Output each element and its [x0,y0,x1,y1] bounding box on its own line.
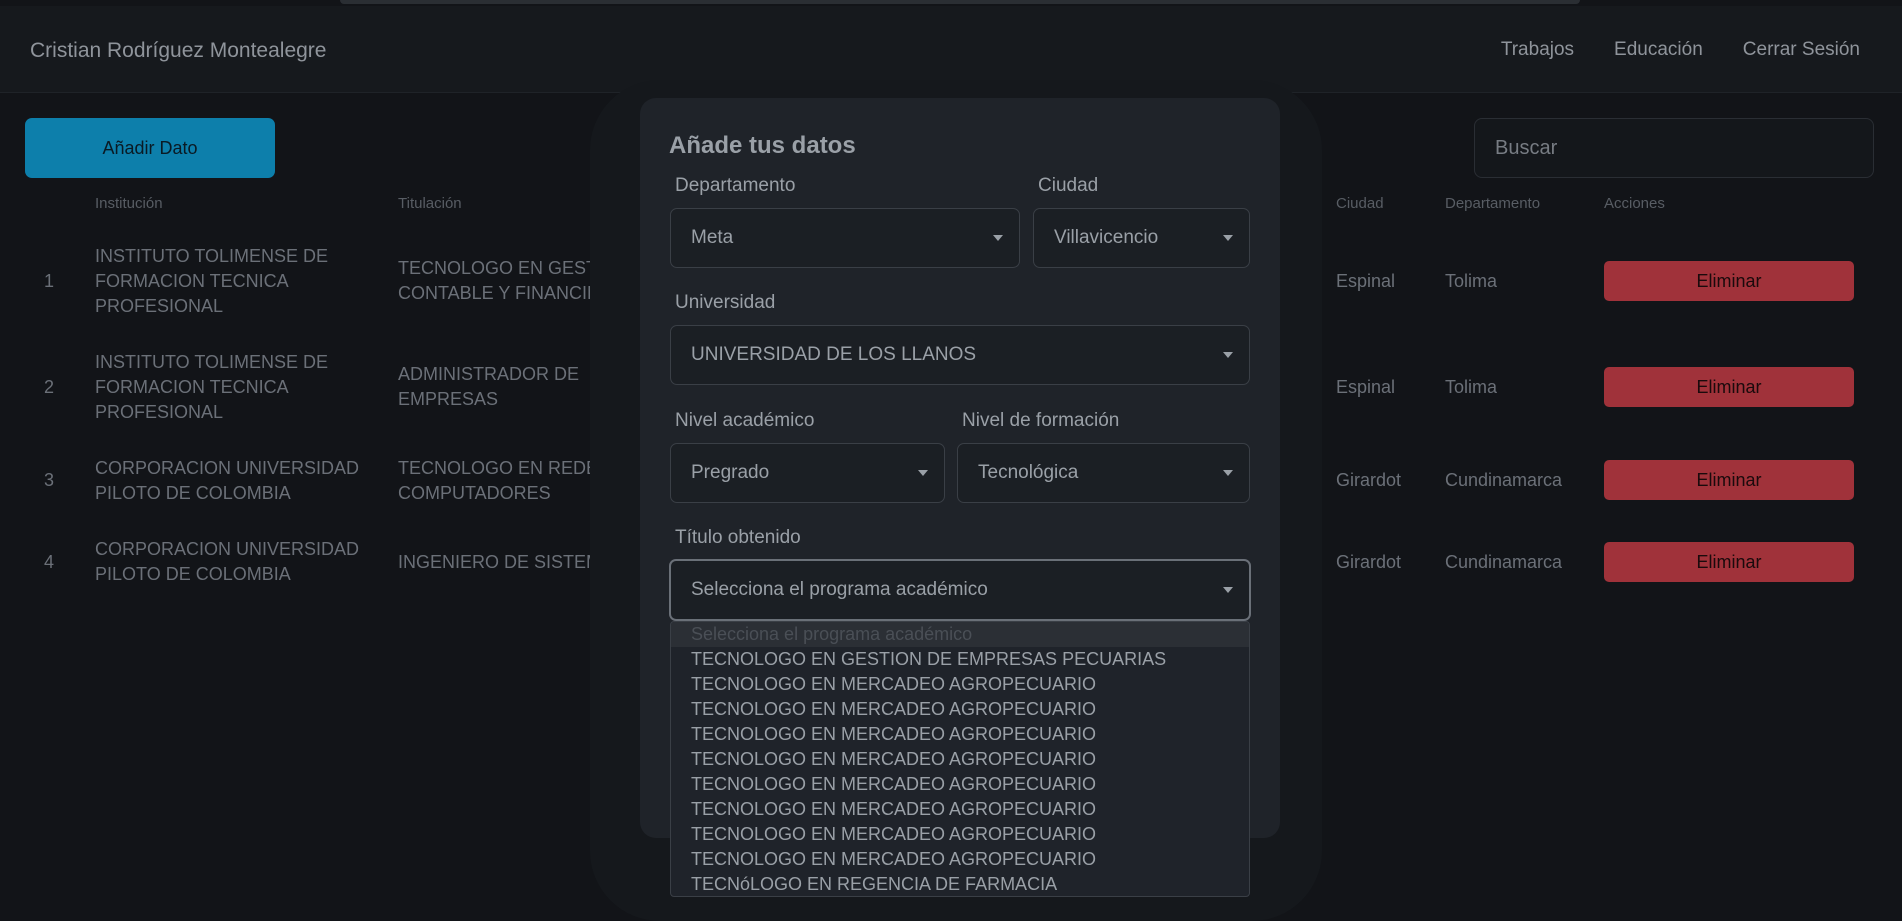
top-scroll-edge [340,0,1580,4]
row-institucion: CORPORACION UNIVERSIDAD PILOTO DE COLOMB… [95,539,360,584]
header-institucion: Institución [95,195,163,212]
dropdown-option[interactable]: TECNOLOGO EN MERCADEO AGROPECUARIO [671,797,1249,822]
departamento-label: Departamento [675,175,796,196]
titulo-dropdown-list: Selecciona el programa académico TECNOLO… [670,621,1250,897]
row-ciudad: Espinal [1336,377,1396,397]
dropdown-option[interactable]: TECNOLOGO EN GESTION DE EMPRESAS PECUARI… [671,647,1249,672]
chevron-down-icon [1223,587,1233,593]
modal-title: Añade tus datos [669,132,856,159]
nav-link-trabajos[interactable]: Trabajos [1501,39,1574,61]
row-ciudad: Girardot [1336,552,1402,572]
add-data-button[interactable]: Añadir Dato [25,118,275,178]
row-number: 1 [44,271,55,291]
departamento-select[interactable]: Meta [670,208,1020,268]
delete-button[interactable]: Eliminar [1604,542,1854,582]
nav-links: Trabajos Educación Cerrar Sesión [1501,39,1860,61]
dropdown-option[interactable]: TECNOLOGO EN MERCADEO AGROPECUARIO [671,722,1249,747]
chevron-down-icon [993,235,1003,241]
row-institucion: INSTITUTO TOLIMENSE DE FORMACION TECNICA… [95,246,329,316]
row-ciudad: Girardot [1336,470,1402,490]
nivel-academico-label: Nivel académico [675,410,815,431]
chevron-down-icon [1223,470,1233,476]
row-departamento: Tolima [1445,271,1498,291]
dropdown-option[interactable]: TECNOLOGO EN MERCADEO AGROPECUARIO [671,697,1249,722]
dropdown-option[interactable]: TECNOLOGO EN MERCADEO AGROPECUARIO [671,747,1249,772]
dropdown-option[interactable]: TECNOLOGO EN MERCADEO AGROPECUARIO [671,822,1249,847]
row-number: 3 [44,470,55,490]
row-number: 4 [44,552,55,572]
search-input[interactable] [1474,118,1874,178]
dropdown-option[interactable]: TECNOLOGO EN MERCADEO AGROPECUARIO [671,772,1249,797]
titulo-select[interactable]: Selecciona el programa académico [669,559,1251,621]
row-ciudad: Espinal [1336,271,1396,291]
nivel-academico-select[interactable]: Pregrado [670,443,945,503]
titulo-label: Título obtenido [675,527,801,548]
dropdown-option[interactable]: TECNOLOGO EN MERCADEO AGROPECUARIO [671,847,1249,872]
chevron-down-icon [1223,352,1233,358]
row-departamento: Cundinamarca [1445,470,1563,490]
nivel-formacion-label: Nivel de formación [962,410,1120,431]
dropdown-option[interactable]: TECNóLOGO EN REGENCIA DE FARMACIA [671,872,1249,896]
brand-name: Cristian Rodríguez Montealegre [30,39,327,62]
ciudad-select[interactable]: Villavicencio [1033,208,1250,268]
delete-button[interactable]: Eliminar [1604,261,1854,301]
row-departamento: Cundinamarca [1445,552,1563,572]
header-ciudad: Ciudad [1336,195,1384,212]
ciudad-label: Ciudad [1038,175,1099,196]
row-institucion: CORPORACION UNIVERSIDAD PILOTO DE COLOMB… [95,458,360,503]
header-acciones: Acciones [1604,195,1665,212]
chevron-down-icon [1223,235,1233,241]
nav-link-cerrar-sesion[interactable]: Cerrar Sesión [1743,39,1860,61]
header-titulacion: Titulación [398,195,462,212]
row-departamento: Tolima [1445,377,1498,397]
row-institucion: INSTITUTO TOLIMENSE DE FORMACION TECNICA… [95,352,329,422]
dropdown-option[interactable]: TECNOLOGO EN MERCADEO AGROPECUARIO [671,672,1249,697]
delete-button[interactable]: Eliminar [1604,460,1854,500]
delete-button[interactable]: Eliminar [1604,367,1854,407]
row-number: 2 [44,377,55,397]
chevron-down-icon [918,470,928,476]
universidad-select[interactable]: UNIVERSIDAD DE LOS LLANOS [670,325,1250,385]
header-departamento: Departamento [1445,195,1541,212]
universidad-label: Universidad [675,292,776,313]
nivel-formacion-select[interactable]: Tecnológica [957,443,1250,503]
nav-link-educacion[interactable]: Educación [1614,39,1703,61]
row-titulacion: ADMINISTRADOR DE EMPRESAS [398,364,580,409]
dropdown-option[interactable]: Selecciona el programa académico [671,622,1249,647]
